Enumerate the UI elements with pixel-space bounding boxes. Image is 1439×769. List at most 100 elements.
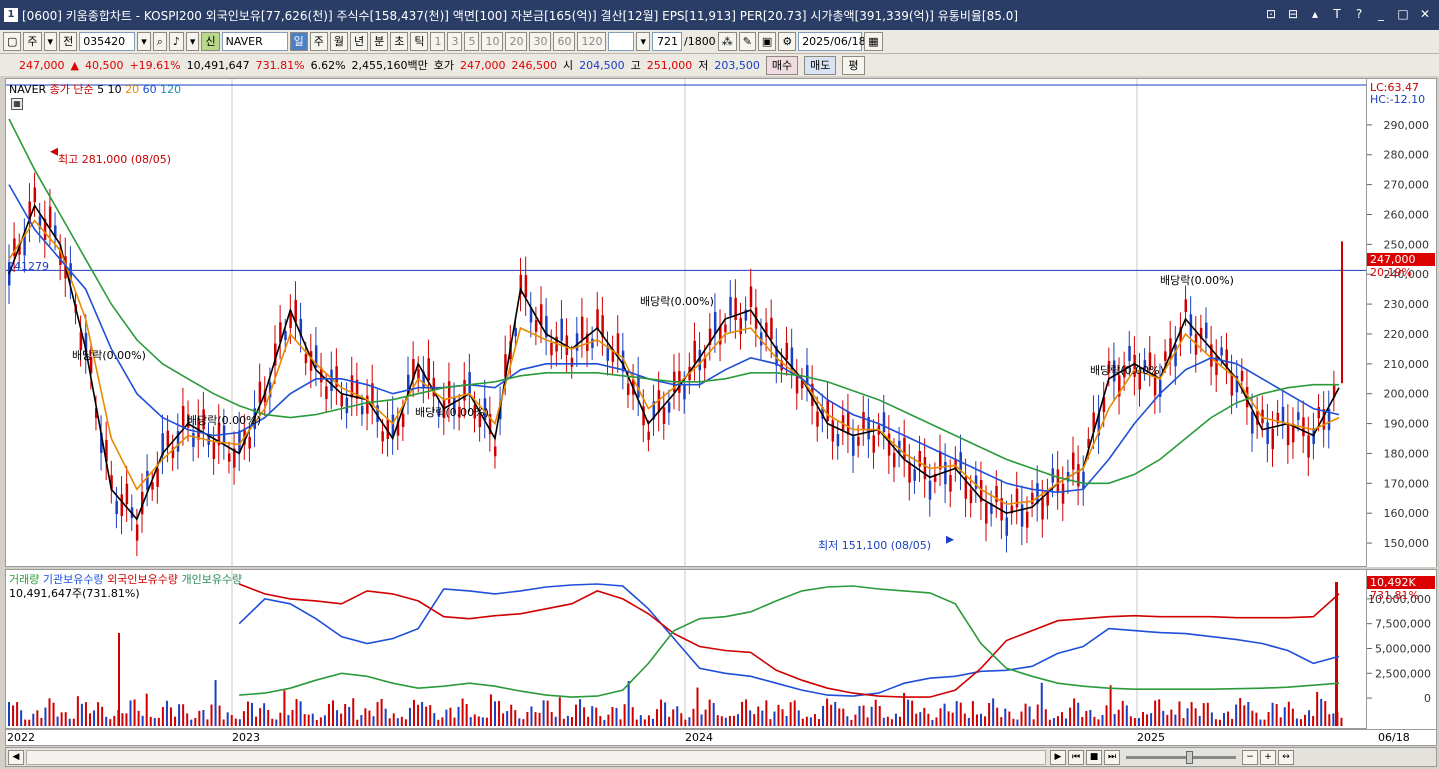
stop-icon[interactable]: ■ [1086, 750, 1102, 765]
period-month-tab[interactable]: 월 [329, 32, 348, 51]
scroll-track[interactable] [26, 750, 1046, 765]
volume-chart-panel[interactable]: 거래량 기관보유수량 외국인보유수량 개인보유수량 10,491,647주(73… [5, 569, 1367, 729]
minimize-icon[interactable]: _ [1373, 6, 1389, 22]
mode-main-select[interactable]: 주 [23, 32, 42, 51]
zoom-out-icon[interactable]: − [1242, 750, 1258, 765]
custom-interval-dropdown-icon[interactable]: ▾ [636, 32, 650, 51]
scroll-right-icon[interactable]: ▶ [1050, 750, 1066, 765]
sound-icon[interactable]: ♪ [168, 32, 184, 51]
gear-icon[interactable]: ⚙ [778, 32, 797, 51]
custom-interval-input[interactable] [608, 32, 635, 51]
split-icon[interactable]: ⊟ [1285, 6, 1301, 22]
interval-30[interactable]: 30 [529, 32, 552, 51]
candle-body [33, 187, 37, 203]
volume-bar [554, 716, 557, 726]
mode-dropdown-icon[interactable]: ▾ [43, 32, 58, 51]
price-chart-svg[interactable] [6, 79, 1366, 566]
candle-body [1286, 422, 1290, 446]
volume-tag: 10,492K [1367, 576, 1435, 589]
volume-bar [502, 713, 505, 726]
volume-bar [494, 701, 496, 726]
close-icon[interactable]: ✕ [1417, 6, 1433, 22]
ref-line-label: 241279 [7, 260, 49, 273]
volume-bar [68, 718, 71, 726]
bar-count-input[interactable]: 721 [651, 32, 682, 51]
fit-icon[interactable]: ↔ [1278, 750, 1294, 765]
volume-bar [1056, 716, 1059, 726]
zoom-slider[interactable] [1126, 756, 1236, 759]
layout-icon[interactable]: ⊡ [1263, 6, 1279, 22]
chart-scrollbar[interactable]: ◀ ▶ ⏮ ■ ⏭ − + ↔ [5, 747, 1437, 767]
volume-bar [190, 719, 193, 726]
date-input[interactable]: 2025/06/18 [798, 32, 866, 51]
volume-bar [28, 719, 31, 726]
window-menu-icon[interactable]: ▢ [3, 32, 22, 51]
volume-bar [473, 714, 476, 726]
table-toggle-icon[interactable]: ▦ [11, 98, 23, 110]
indicator-icon[interactable]: ⁂ [717, 32, 737, 51]
sell-button[interactable]: 매도 [804, 55, 837, 75]
volume-bar [599, 716, 602, 726]
candle-body [524, 275, 528, 298]
interval-5[interactable]: 5 [464, 32, 480, 51]
rewind-icon[interactable]: ⏮ [1068, 750, 1084, 765]
volume-bar [951, 712, 954, 726]
maximize-icon[interactable]: □ [1395, 6, 1411, 22]
volume-bar [1121, 700, 1124, 726]
date-label-2022: 2022 [7, 731, 35, 744]
volume-bar [1227, 711, 1230, 726]
period-minute-tab[interactable]: 분 [370, 32, 389, 51]
volume-bar [323, 715, 326, 726]
interval-120[interactable]: 120 [577, 32, 607, 51]
period-day-tab[interactable]: 일 [289, 32, 308, 51]
interval-1[interactable]: 1 [430, 32, 446, 51]
period-week-tab[interactable]: 주 [309, 32, 328, 51]
zoom-in-icon[interactable]: + [1260, 750, 1276, 765]
stock-name-field[interactable]: NAVER [221, 32, 288, 51]
scroll-left-icon[interactable]: ◀ [8, 750, 24, 765]
volume-chart-svg[interactable] [6, 570, 1366, 728]
period-second-tab[interactable]: 초 [390, 32, 409, 51]
volume-bar [846, 716, 849, 726]
legend-individual: 개인보유수량 [181, 573, 243, 586]
candle-body [540, 304, 543, 326]
fast-forward-icon[interactable]: ⏭ [1104, 750, 1120, 765]
interval-3[interactable]: 3 [447, 32, 463, 51]
period-year-tab[interactable]: 년 [349, 32, 369, 51]
vol-tick-label: 7,500,000 [1375, 618, 1431, 631]
save-icon[interactable]: ▣ [757, 32, 777, 51]
volume-bar [728, 715, 731, 726]
candle-body [1005, 517, 1008, 536]
volume-bar [797, 710, 800, 726]
stock-code-input[interactable]: 035420 [79, 32, 136, 51]
volume-bar [214, 680, 217, 726]
interval-10[interactable]: 10 [481, 32, 504, 51]
text-icon[interactable]: T [1329, 6, 1345, 22]
dividend-annotation-2: 배당락(0.00%) [187, 414, 261, 427]
period-tick-tab[interactable]: 틱 [410, 32, 429, 51]
search-icon[interactable]: ⌕ [152, 32, 167, 51]
volume-bar [971, 701, 974, 726]
code-dropdown-icon[interactable]: ▾ [137, 32, 151, 51]
draw-tool-icon[interactable]: ✎ [738, 32, 756, 51]
zoom-slider-handle[interactable] [1186, 751, 1193, 764]
volume-bar [830, 704, 833, 726]
interval-20[interactable]: 20 [505, 32, 528, 51]
volume-bar [923, 707, 926, 726]
help-icon[interactable]: ? [1351, 6, 1367, 22]
calendar-icon[interactable]: ▦ [864, 32, 883, 51]
volume-bar [388, 718, 391, 726]
candle-body [662, 407, 666, 424]
interval-60[interactable]: 60 [553, 32, 576, 51]
evaluate-button[interactable]: 평 [842, 55, 865, 75]
buy-button[interactable]: 매수 [765, 55, 799, 75]
volume-bar [461, 698, 464, 726]
price-chart-panel[interactable]: NAVER 종가 단순 5 10 20 60 120 ▦ 241279 최고 2… [5, 78, 1367, 567]
pin-icon[interactable]: ▴ [1307, 6, 1323, 22]
volume-bar [149, 716, 152, 726]
candle-body [591, 338, 594, 348]
legend-ma-5: 5 [97, 83, 105, 96]
sound-dropdown-icon[interactable]: ▾ [185, 32, 200, 51]
candle-body [1271, 428, 1274, 450]
mode-all-button[interactable]: 전 [59, 32, 78, 51]
